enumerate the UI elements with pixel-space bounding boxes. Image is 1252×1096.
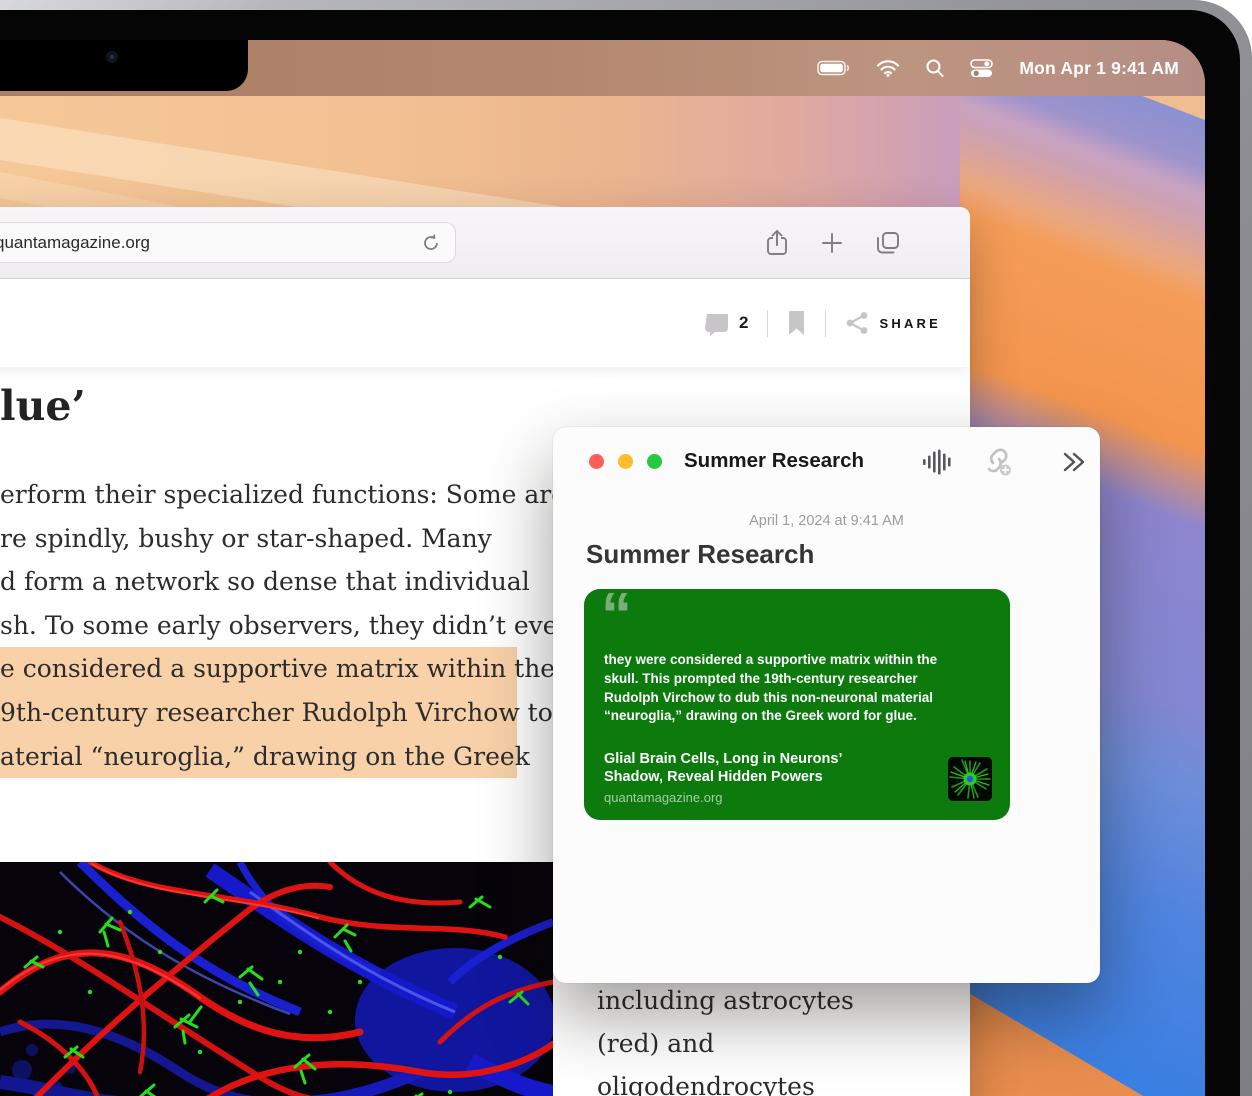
camera-notch	[0, 40, 248, 91]
minimize-button[interactable]	[618, 454, 633, 469]
paragraph-line: erform their specialized functions: Some…	[0, 473, 574, 517]
card-link-title-line: Glial Brain Cells, Long in Neurons’	[604, 751, 842, 769]
close-button[interactable]	[589, 454, 604, 469]
new-tab-icon[interactable]	[820, 231, 844, 255]
card-link-title-line: Shadow, Reveal Hidden Powers	[604, 769, 842, 787]
notes-titlebar[interactable]: Summer Research	[553, 427, 1100, 495]
quote-body-line: skull. This prompted the 19th-century re…	[604, 670, 937, 689]
paragraph-line: re spindly, bushy or star-shaped. Many	[0, 517, 574, 561]
quote-body-line: they were considered a supportive matrix…	[604, 651, 937, 670]
paragraph-line: sh. To some early observers, they didn’t…	[0, 604, 574, 648]
comment-icon	[704, 311, 731, 336]
waveform-icon[interactable]	[921, 447, 955, 477]
url-text[interactable]: quantamagazine.org	[0, 233, 421, 253]
zoom-button[interactable]	[647, 454, 662, 469]
micrograph-image	[0, 862, 553, 1096]
article-action-bar: 2 SHARE	[0, 279, 970, 367]
camera-dot	[106, 51, 118, 63]
card-source: quantamagazine.org	[604, 790, 723, 805]
wifi-icon[interactable]	[876, 60, 900, 77]
quote-body-line: “neuroglia,” drawing on the Greek word f…	[604, 707, 937, 726]
image-caption: including astrocytes (red) andoligodendr…	[597, 979, 907, 1096]
notes-window-title: Summer Research	[684, 449, 864, 473]
caption-line: oligodendrocytes (green).	[597, 1065, 907, 1096]
comments-button[interactable]: 2	[704, 311, 748, 336]
tab-overview-icon[interactable]	[875, 230, 901, 256]
card-thumbnail	[948, 757, 992, 801]
reload-icon[interactable]	[421, 233, 441, 253]
control-center-icon[interactable]	[970, 59, 993, 78]
article-paragraph: erform their specialized functions: Some…	[0, 473, 574, 778]
share-button[interactable]: SHARE	[845, 311, 941, 335]
quote-body-line: Rudolph Virchow to dub this non-neuronal…	[604, 689, 937, 708]
caption-lines: including astrocytes (red) andoligodendr…	[597, 979, 907, 1096]
card-link-title[interactable]: Glial Brain Cells, Long in Neurons’Shado…	[604, 751, 842, 786]
add-link-icon[interactable]	[979, 447, 1015, 477]
quote-mark: “	[601, 585, 632, 631]
safari-toolbar: quantamagazine.org	[0, 207, 970, 279]
battery-icon[interactable]	[817, 60, 850, 76]
bookmark-button[interactable]	[787, 310, 806, 336]
share-icon[interactable]	[765, 229, 789, 257]
paragraph-line: d form a network so dense that individua…	[0, 560, 574, 604]
caption-line: including astrocytes (red) and	[597, 979, 907, 1065]
note-title: Summer Research	[586, 539, 814, 570]
bookmark-icon	[787, 310, 806, 336]
quote-body: they were considered a supportive matrix…	[604, 651, 937, 726]
divider	[825, 310, 826, 337]
paragraph-plain-lines: erform their specialized functions: Some…	[0, 473, 574, 647]
share-network-icon	[845, 311, 869, 335]
double-chevron-icon[interactable]	[1059, 447, 1087, 477]
note-date: April 1, 2024 at 9:41 AM	[553, 513, 1100, 529]
quote-link-card[interactable]: “ they were considered a supportive matr…	[584, 589, 1010, 820]
share-label[interactable]: SHARE	[879, 316, 941, 331]
highlighted-line: 9th-century researcher Rudolph Virchow t…	[0, 691, 517, 735]
highlighted-passage: e considered a supportive matrix within …	[0, 647, 517, 778]
screen: quantamagazine.org	[0, 40, 1205, 1096]
divider	[767, 310, 768, 337]
macbook-display: quantamagazine.org	[0, 0, 1252, 1096]
traffic-lights	[589, 454, 662, 469]
comments-count[interactable]: 2	[739, 313, 748, 333]
article-heading-fragment: lue’	[0, 382, 86, 430]
address-bar[interactable]: quantamagazine.org	[0, 222, 456, 263]
menu-bar-clock[interactable]: Mon Apr 1 9:41 AM	[1019, 58, 1179, 79]
notes-window: Summer Research	[553, 427, 1100, 983]
highlighted-line: e considered a supportive matrix within …	[0, 647, 517, 691]
search-icon[interactable]	[926, 59, 944, 78]
highlighted-line: aterial “neuroglia,” drawing on the Gree…	[0, 735, 517, 779]
